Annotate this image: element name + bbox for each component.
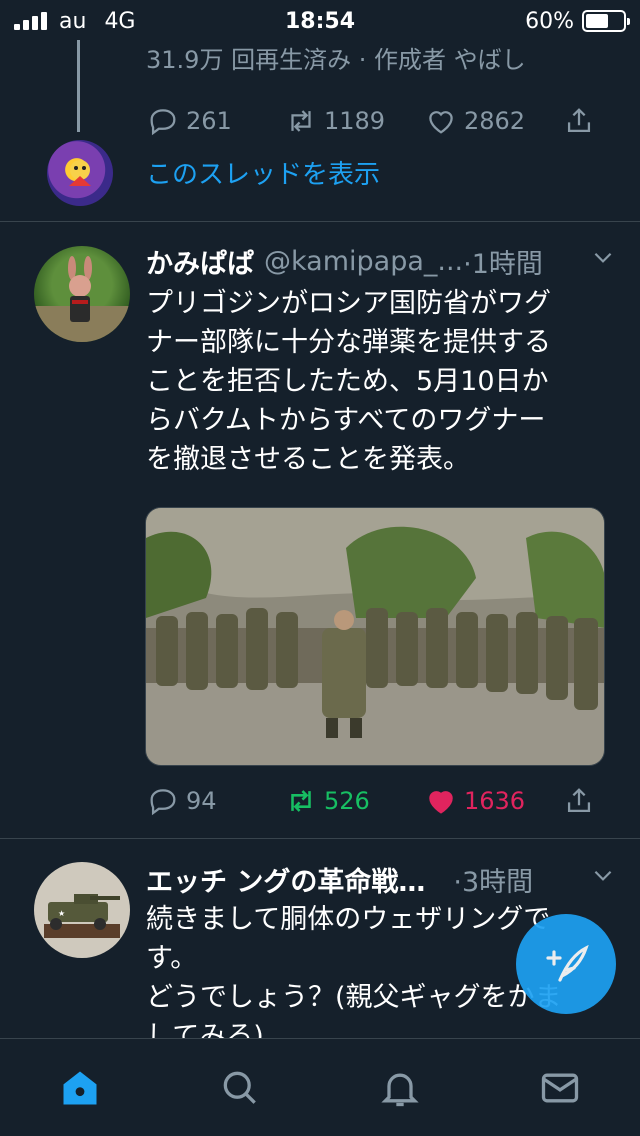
like-icon	[429, 111, 453, 134]
tweet-time: ·3時間	[453, 867, 534, 898]
share-icon	[567, 108, 591, 133]
tweet-author-avatar[interactable]	[34, 246, 130, 342]
tweet-text-line: してみる)	[146, 1021, 264, 1038]
reply-count: 261	[186, 107, 232, 135]
like-button[interactable]: 2862	[424, 104, 562, 138]
tweet-time: ·1時間	[463, 249, 543, 280]
retweet-button[interactable]: 1189	[284, 104, 424, 138]
like-button[interactable]: 1636	[424, 784, 562, 818]
soldiers-photo	[146, 508, 604, 765]
notifications-icon	[381, 1073, 419, 1106]
like-count: 2862	[464, 107, 526, 135]
battery-icon	[582, 10, 630, 32]
author-name[interactable]: エッチ ングの革命戦…	[146, 860, 425, 899]
tweet-text-line: を撤退させることを発表。	[146, 444, 470, 475]
tweet-text-line: らバクムトからすべてのワグナー	[146, 405, 546, 436]
author-name[interactable]: かみぱぱ	[146, 242, 254, 281]
thread-author-avatar[interactable]	[47, 140, 113, 206]
thread-connector	[77, 40, 80, 132]
tab-search[interactable]	[210, 1058, 270, 1118]
share-button[interactable]	[562, 784, 596, 818]
retweet-button[interactable]: 526	[284, 784, 424, 818]
messages-icon	[541, 1073, 579, 1102]
reply-icon	[150, 109, 176, 136]
tab-messages[interactable]	[530, 1058, 590, 1118]
retweet-icon	[291, 110, 311, 132]
author-handle[interactable]: @kamipapa_...	[264, 246, 463, 277]
share-icon	[567, 788, 591, 813]
tweet-text-line: ことを拒否したため、5月10日か	[146, 366, 549, 397]
divider	[0, 838, 640, 839]
tab-notifications[interactable]	[370, 1058, 430, 1118]
tweet-text-line: ナー部隊に十分な弾薬を提供する	[146, 327, 551, 358]
like-icon	[429, 791, 453, 814]
like-count: 1636	[464, 787, 526, 815]
bottom-tab-bar	[0, 1038, 640, 1136]
compose-button[interactable]	[516, 914, 616, 1014]
avatar-illustration: ★	[44, 894, 120, 938]
chevron-down-icon[interactable]	[590, 862, 616, 888]
reply-count: 94	[186, 787, 217, 815]
retweet-count: 526	[324, 787, 370, 815]
retweet-count: 1189	[324, 107, 386, 135]
home-icon	[63, 1071, 97, 1104]
tweet-text-line: プリゴジンがロシア国防省がワグ	[146, 288, 551, 319]
avatar-illustration	[69, 160, 91, 186]
tweet-body: プリゴジンがロシア国防省がワグ ナー部隊に十分な弾薬を提供する ことを拒否したた…	[146, 284, 606, 479]
tweet-header: かみぱぱ @kamipapa_... ·1時間	[146, 242, 616, 281]
clock: 18:54	[284, 8, 356, 34]
show-thread-link[interactable]: このスレッドを表示	[146, 154, 380, 191]
reply-button[interactable]: 261	[146, 104, 284, 138]
avatar-illustration	[34, 256, 130, 342]
search-icon	[223, 1071, 256, 1104]
view-count-meta: 31.9万 回再生済み · 作成者 やばし	[146, 46, 526, 74]
tweet-author-avatar[interactable]: ★	[34, 862, 130, 958]
reply-icon	[150, 789, 176, 816]
chevron-down-icon[interactable]	[590, 244, 616, 270]
share-button[interactable]	[562, 104, 596, 138]
prev-tweet-actions: 261 1189 2862	[146, 104, 596, 138]
divider	[0, 221, 640, 222]
svg-text:★: ★	[58, 909, 65, 918]
reply-button[interactable]: 94	[146, 784, 284, 818]
tweet-header: エッチ ングの革命戦… ·3時間	[146, 860, 616, 899]
tab-home[interactable]	[50, 1058, 110, 1118]
tweet-actions: 94 526 1636	[146, 784, 596, 818]
compose-icon	[546, 944, 589, 982]
tweet-photo[interactable]	[145, 507, 605, 766]
retweet-icon	[291, 790, 311, 812]
status-bar: au 4G 18:54 60%	[0, 0, 640, 42]
